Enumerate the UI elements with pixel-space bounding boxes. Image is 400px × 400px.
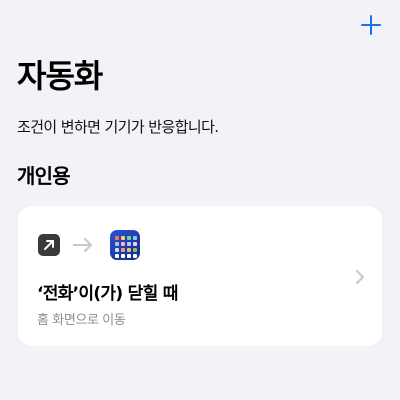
home-screen-app-icon [110, 230, 140, 260]
page-title: 자동화 [17, 57, 103, 95]
arrow-up-right-icon [38, 234, 60, 256]
automation-card[interactable]: ‘전화’이(가) 닫힐 때 홈 화면으로 이동 [18, 206, 382, 346]
section-title-personal: 개인용 [17, 164, 71, 188]
page-subtitle: 조건이 변하면 기기가 반응합니다. [17, 118, 219, 136]
add-automation-button[interactable] [356, 10, 386, 40]
chevron-right-icon [356, 270, 364, 284]
automation-action: 홈 화면으로 이동 [37, 313, 126, 328]
automation-title: ‘전화’이(가) 닫힐 때 [37, 284, 178, 304]
arrow-right-icon [73, 238, 92, 252]
